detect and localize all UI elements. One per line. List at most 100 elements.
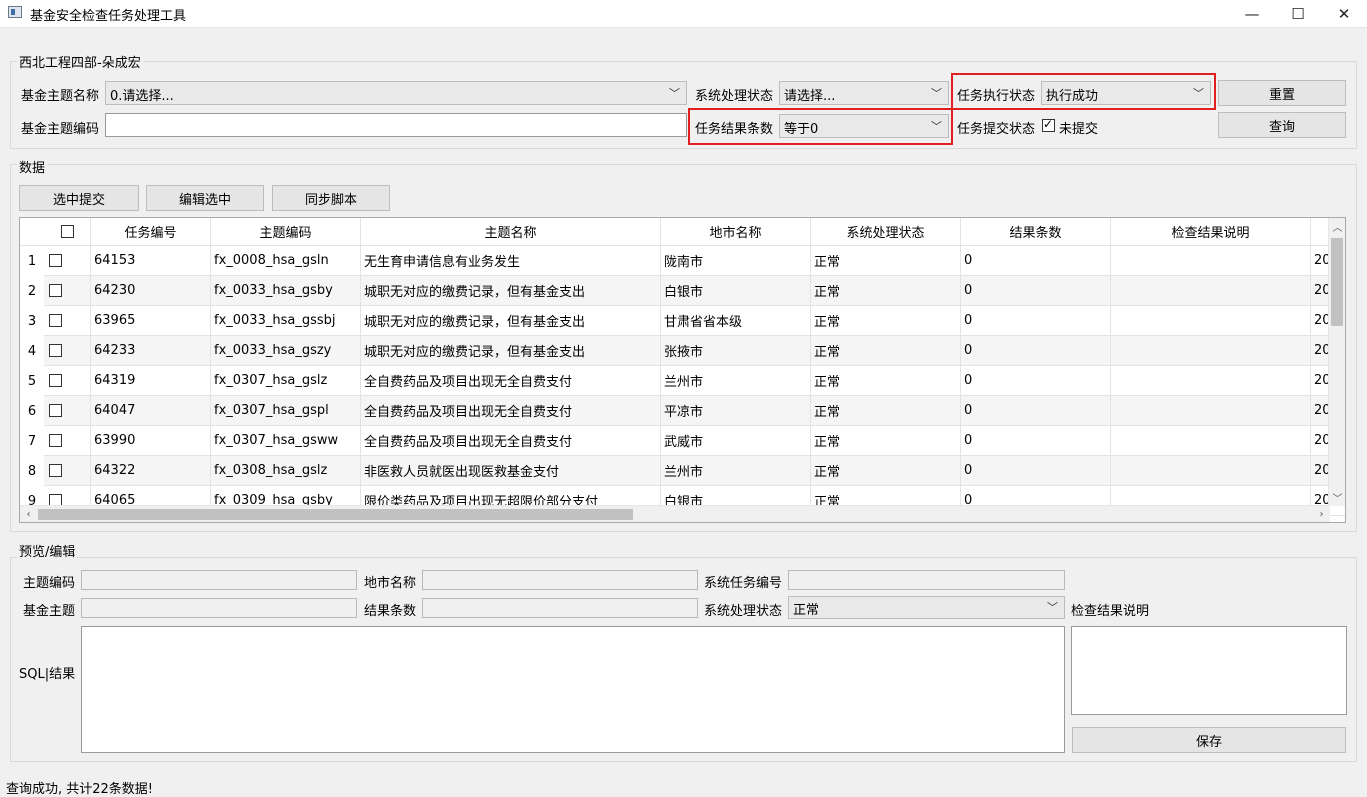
cell-city[interactable]: 兰州市 xyxy=(661,456,811,486)
not-submitted-checkbox[interactable] xyxy=(1042,117,1055,136)
row-checkbox[interactable] xyxy=(49,314,62,327)
cell-topic-name[interactable]: 城职无对应的缴费记录，但有基金支出 xyxy=(361,276,661,306)
cell-sys-status[interactable]: 正常 xyxy=(811,456,961,486)
preview-city-field[interactable] xyxy=(422,570,698,590)
select-all-checkbox[interactable] xyxy=(60,225,74,238)
row-checkbox[interactable] xyxy=(49,404,62,417)
horizontal-scrollbar[interactable]: ‹ › xyxy=(20,505,1330,522)
cell-result-count[interactable]: 0 xyxy=(961,306,1111,336)
cell-topic-code[interactable]: fx_0033_hsa_gszy xyxy=(211,336,361,366)
cell-check-desc[interactable] xyxy=(1111,396,1311,426)
preview-sys-task-no-field[interactable] xyxy=(788,570,1065,590)
cell-select[interactable] xyxy=(44,276,91,306)
cell-result-count[interactable]: 0 xyxy=(961,426,1111,456)
query-button[interactable]: 查询 xyxy=(1218,112,1346,138)
check-desc-textarea[interactable] xyxy=(1071,626,1347,715)
cell-topic-name[interactable]: 城职无对应的缴费记录，但有基金支出 xyxy=(361,336,661,366)
cell-select[interactable] xyxy=(44,366,91,396)
cell-city[interactable]: 武威市 xyxy=(661,426,811,456)
cell-topic-name[interactable]: 全自费药品及项目出现无全自费支付 xyxy=(361,366,661,396)
cell-topic-code[interactable]: fx_0307_hsa_gsww xyxy=(211,426,361,456)
minimize-button[interactable]: — xyxy=(1229,0,1275,28)
cell-topic-code[interactable]: fx_0033_hsa_gsby xyxy=(211,276,361,306)
cell-city[interactable]: 白银市 xyxy=(661,276,811,306)
col-header-topic-code[interactable]: 主题编码 xyxy=(211,218,361,246)
scroll-right-icon[interactable]: › xyxy=(1313,506,1330,522)
cell-topic-code[interactable]: fx_0033_hsa_gssbj xyxy=(211,306,361,336)
col-header-topic-name[interactable]: 主题名称 xyxy=(361,218,661,246)
cell-topic-name[interactable]: 全自费药品及项目出现无全自费支付 xyxy=(361,426,661,456)
cell-result-count[interactable]: 0 xyxy=(961,396,1111,426)
row-checkbox[interactable] xyxy=(49,434,62,447)
col-header-check-desc[interactable]: 检查结果说明 xyxy=(1111,218,1311,246)
cell-task-id[interactable]: 64233 xyxy=(91,336,211,366)
result-count-combo[interactable]: 等于0 ﹀ xyxy=(779,114,949,138)
cell-sys-status[interactable]: 正常 xyxy=(811,396,961,426)
cell-select[interactable] xyxy=(44,426,91,456)
cell-topic-name[interactable]: 非医救人员就医出现医救基金支付 xyxy=(361,456,661,486)
cell-check-desc[interactable] xyxy=(1111,366,1311,396)
vertical-scroll-thumb[interactable] xyxy=(1331,238,1343,326)
cell-result-count[interactable]: 0 xyxy=(961,456,1111,486)
topic-code-input[interactable] xyxy=(105,113,687,137)
cell-topic-name[interactable]: 全自费药品及项目出现无全自费支付 xyxy=(361,396,661,426)
cell-task-id[interactable]: 63965 xyxy=(91,306,211,336)
row-checkbox[interactable] xyxy=(49,254,62,267)
edit-selected-button[interactable]: 编辑选中 xyxy=(146,185,264,211)
cell-task-id[interactable]: 64322 xyxy=(91,456,211,486)
sql-result-textarea[interactable] xyxy=(81,626,1065,753)
cell-select[interactable] xyxy=(44,456,91,486)
col-header-sys-status[interactable]: 系统处理状态 xyxy=(811,218,961,246)
reset-button[interactable]: 重置 xyxy=(1218,80,1346,106)
cell-check-desc[interactable] xyxy=(1111,276,1311,306)
cell-check-desc[interactable] xyxy=(1111,246,1311,276)
scroll-up-icon[interactable]: ︿ xyxy=(1329,218,1345,235)
save-button[interactable]: 保存 xyxy=(1072,727,1346,753)
preview-sys-status-combo[interactable]: 正常 ﹀ xyxy=(788,596,1065,619)
cell-sys-status[interactable]: 正常 xyxy=(811,306,961,336)
cell-check-desc[interactable] xyxy=(1111,336,1311,366)
scroll-left-icon[interactable]: ‹ xyxy=(20,506,37,522)
cell-task-id[interactable]: 63990 xyxy=(91,426,211,456)
cell-check-desc[interactable] xyxy=(1111,456,1311,486)
col-header-city[interactable]: 地市名称 xyxy=(661,218,811,246)
cell-task-id[interactable]: 64319 xyxy=(91,366,211,396)
cell-select[interactable] xyxy=(44,306,91,336)
cell-select[interactable] xyxy=(44,336,91,366)
maximize-button[interactable]: ☐ xyxy=(1275,0,1321,28)
cell-city[interactable]: 陇南市 xyxy=(661,246,811,276)
fund-topic-combo[interactable]: 0.请选择... ﹀ xyxy=(105,81,687,105)
cell-task-id[interactable]: 64047 xyxy=(91,396,211,426)
preview-topic-code-field[interactable] xyxy=(81,570,357,590)
vertical-scrollbar[interactable]: ︿ ﹀ xyxy=(1328,218,1345,506)
row-checkbox[interactable] xyxy=(49,344,62,357)
cell-select[interactable] xyxy=(44,396,91,426)
row-checkbox[interactable] xyxy=(49,464,62,477)
sys-status-combo[interactable]: 请选择... ﹀ xyxy=(779,81,949,105)
preview-result-count-field[interactable] xyxy=(422,598,698,618)
row-checkbox[interactable] xyxy=(49,284,62,297)
checkbox-checked-icon[interactable] xyxy=(1042,117,1055,132)
cell-sys-status[interactable]: 正常 xyxy=(811,336,961,366)
col-header-task-id[interactable]: 任务编号 xyxy=(91,218,211,246)
cell-task-id[interactable]: 64153 xyxy=(91,246,211,276)
cell-check-desc[interactable] xyxy=(1111,426,1311,456)
cell-topic-code[interactable]: fx_0008_hsa_gsln xyxy=(211,246,361,276)
cell-city[interactable]: 兰州市 xyxy=(661,366,811,396)
sync-script-button[interactable]: 同步脚本 xyxy=(272,185,390,211)
cell-topic-code[interactable]: fx_0307_hsa_gspl xyxy=(211,396,361,426)
submit-selected-button[interactable]: 选中提交 xyxy=(19,185,139,211)
scroll-down-icon[interactable]: ﹀ xyxy=(1329,489,1345,506)
cell-topic-name[interactable]: 无生育申请信息有业务发生 xyxy=(361,246,661,276)
cell-topic-code[interactable]: fx_0307_hsa_gslz xyxy=(211,366,361,396)
cell-city[interactable]: 张掖市 xyxy=(661,336,811,366)
cell-city[interactable]: 平凉市 xyxy=(661,396,811,426)
cell-result-count[interactable]: 0 xyxy=(961,246,1111,276)
cell-result-count[interactable]: 0 xyxy=(961,336,1111,366)
cell-sys-status[interactable]: 正常 xyxy=(811,276,961,306)
cell-city[interactable]: 甘肃省省本级 xyxy=(661,306,811,336)
col-header-result-count[interactable]: 结果条数 xyxy=(961,218,1111,246)
exec-status-combo[interactable]: 执行成功 ﹀ xyxy=(1041,81,1211,105)
cell-topic-code[interactable]: fx_0308_hsa_gslz xyxy=(211,456,361,486)
cell-result-count[interactable]: 0 xyxy=(961,276,1111,306)
